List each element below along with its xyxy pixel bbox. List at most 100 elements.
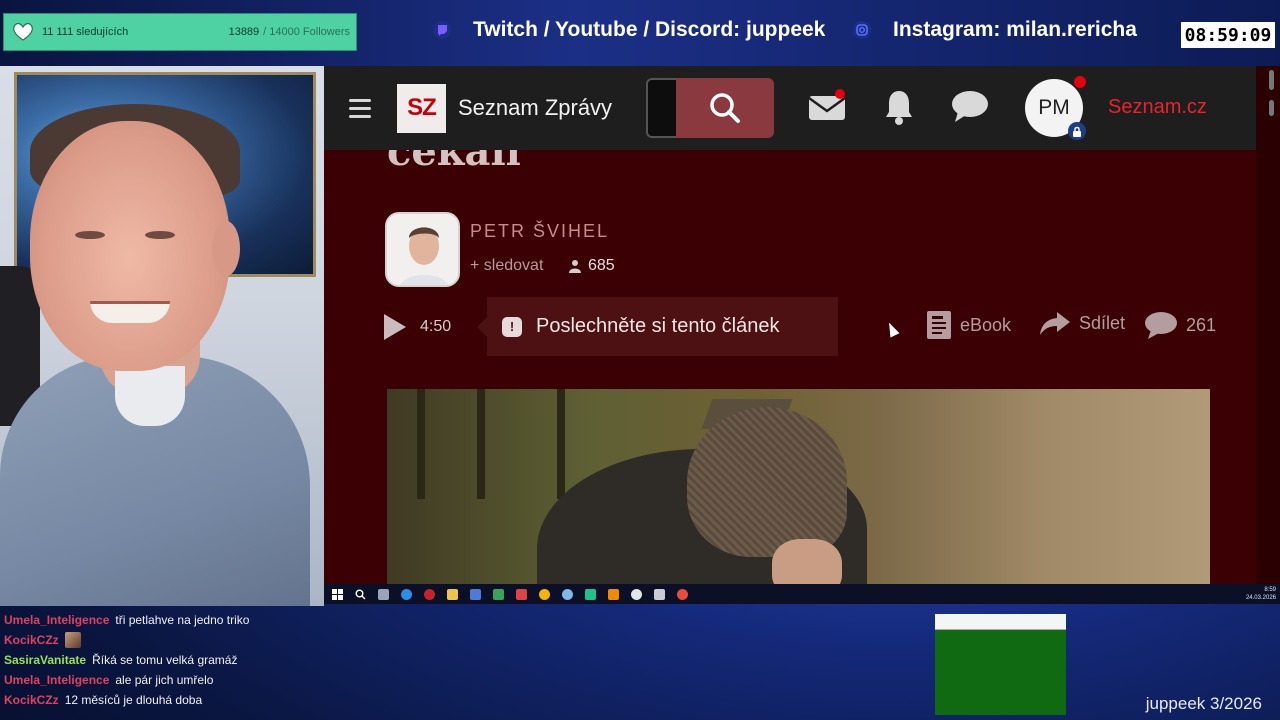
stream-chat: Umela_Inteligence tři petlahve na jedno … [4, 610, 464, 710]
chrome-icon[interactable] [539, 588, 550, 600]
mouse-cursor [884, 320, 900, 338]
app-gray-icon[interactable] [654, 588, 665, 600]
audio-duration: 4:50 [420, 318, 452, 335]
taskbar-date: 24.03.2026 [1245, 595, 1276, 601]
person-icon [569, 260, 581, 273]
image-person-face [772, 539, 842, 584]
webcam-feed [0, 66, 324, 606]
follower-goal-widget: 11 111 sledujících 13889 / 14000 Followe… [3, 13, 357, 51]
follow-author-label: + sledovat [470, 257, 544, 274]
vlc-icon[interactable] [608, 588, 619, 600]
chat-text: Říká se tomu velká gramáž [92, 653, 238, 667]
hamburger-menu-icon[interactable] [349, 98, 371, 118]
share-icon [1040, 312, 1070, 335]
chat-username: Umela_Inteligence [4, 613, 110, 627]
author-photo[interactable] [385, 212, 460, 287]
bell-icon[interactable] [884, 88, 914, 126]
chat-message: Umela_Inteligence tři petlahve na jedno … [4, 610, 464, 630]
app-chrome-red-icon[interactable] [677, 588, 688, 600]
share-label: Sdílet [1079, 312, 1126, 333]
share-button[interactable]: Sdílet [1039, 310, 1125, 336]
site-logo[interactable]: SZ [397, 83, 446, 133]
play-icon[interactable] [384, 314, 406, 340]
chat-text: tři petlahve na jedno triko [115, 613, 250, 627]
chat-text: 12 měsíců je dlouhá doba [64, 693, 203, 707]
windows-start-icon[interactable] [332, 588, 343, 600]
listen-article-tooltip: ! Poslechněte si tento článek [477, 297, 838, 356]
search-icon [710, 93, 740, 123]
scroll-thumb-secondary[interactable] [1269, 100, 1274, 116]
ebook-label: eBook [960, 314, 1012, 335]
streamer-eye-right [145, 231, 175, 239]
follower-goal-label: 11 111 sledujících [42, 26, 129, 38]
audio-player: 4:50 [384, 297, 451, 357]
chat-username: SasiraVanitate [4, 653, 87, 667]
instagram-icon [853, 21, 871, 39]
chat-message: Umela_Inteligence ale pár jich umřelo [4, 670, 464, 690]
info-icon: ! [502, 316, 522, 337]
lock-icon [1068, 122, 1086, 140]
comments-count: 261 [1186, 314, 1217, 335]
heart-hands-icon [13, 22, 33, 41]
chat-username: KocikCZz [4, 633, 59, 647]
calendar-icon[interactable] [516, 588, 527, 600]
seznam-link[interactable]: Seznam.cz [1108, 96, 1207, 119]
twitch-icon [433, 21, 451, 39]
social-instagram-text: Instagram: milan.rericha [893, 18, 1137, 41]
app-teal-icon[interactable] [585, 588, 596, 600]
chat-username: KocikCZz [4, 693, 59, 707]
search-input[interactable] [646, 78, 676, 138]
chat-username: Umela_Inteligence [4, 673, 110, 687]
app-red-icon[interactable] [424, 588, 435, 600]
browser-window: čekali SZ Seznam Zprávy PM Seznam.cz PET… [324, 66, 1280, 584]
streamer-collar [115, 366, 185, 426]
app-cloud-icon[interactable] [562, 588, 573, 600]
ebook-button[interactable]: eBook [926, 310, 1011, 340]
chat-message: KocikCZz 12 měsíců je dlouhá doba [4, 690, 464, 710]
follow-author-button[interactable]: + sledovat [470, 257, 543, 275]
chat-bubble-icon[interactable] [950, 88, 990, 126]
search-button[interactable] [676, 78, 774, 138]
article-image[interactable] [387, 389, 1210, 584]
stream-watermark: juppeek 3/2026 [1145, 694, 1262, 713]
avatar-notification-dot [1074, 76, 1086, 88]
site-name[interactable]: Seznam Zprávy [458, 95, 612, 121]
image-tree [417, 389, 425, 499]
stream-top-bar: 11 111 sledujících 13889 / 14000 Followe… [0, 0, 1280, 66]
stream-clock: 08:59:09 [1181, 22, 1275, 48]
follower-goal-total: / 14000 Followers [263, 26, 350, 38]
streamer-ear [212, 221, 240, 276]
edge-icon[interactable] [401, 588, 412, 600]
task-view-icon[interactable] [378, 588, 389, 600]
secondary-screen-preview [935, 614, 1066, 715]
taskbar-clock[interactable]: 8:59 24.03.2026 [1246, 586, 1276, 602]
search-box[interactable] [646, 78, 774, 138]
windows-taskbar: 8:59 24.03.2026 [324, 584, 1280, 604]
ebook-icon [927, 311, 951, 339]
scrollbar[interactable] [1256, 66, 1280, 584]
image-tree [477, 389, 485, 499]
chat-text: ale pár jich umřelo [115, 673, 214, 687]
chat-message: KocikCZz [4, 630, 464, 650]
social-instagram: Instagram: milan.rericha [853, 18, 1137, 42]
image-tree [557, 389, 565, 499]
secondary-screen-toolbar [935, 614, 1066, 630]
taskbar-search-icon[interactable] [355, 589, 366, 600]
app-blue-icon[interactable] [470, 588, 481, 600]
author-followers: 685 [568, 257, 615, 275]
image-knit-hat [687, 407, 847, 557]
comment-icon [1145, 312, 1177, 339]
app-white-icon[interactable] [631, 588, 642, 600]
taskbar-time: 8:59 [1264, 587, 1276, 593]
author-name[interactable]: PETR ŠVIHEL [470, 221, 609, 242]
file-explorer-icon[interactable] [447, 588, 458, 600]
author-followers-count: 685 [588, 257, 615, 274]
streamer-smile [90, 301, 170, 323]
streamer-eye-left [75, 231, 105, 239]
comments-button[interactable]: 261 [1144, 310, 1216, 340]
stream-frame: 11 111 sledujících 13889 / 14000 Followe… [0, 0, 1280, 720]
scroll-thumb[interactable] [1269, 70, 1274, 90]
mail-icon[interactable] [808, 88, 846, 126]
app-green-icon[interactable] [493, 588, 504, 600]
emote-icon [64, 632, 81, 648]
